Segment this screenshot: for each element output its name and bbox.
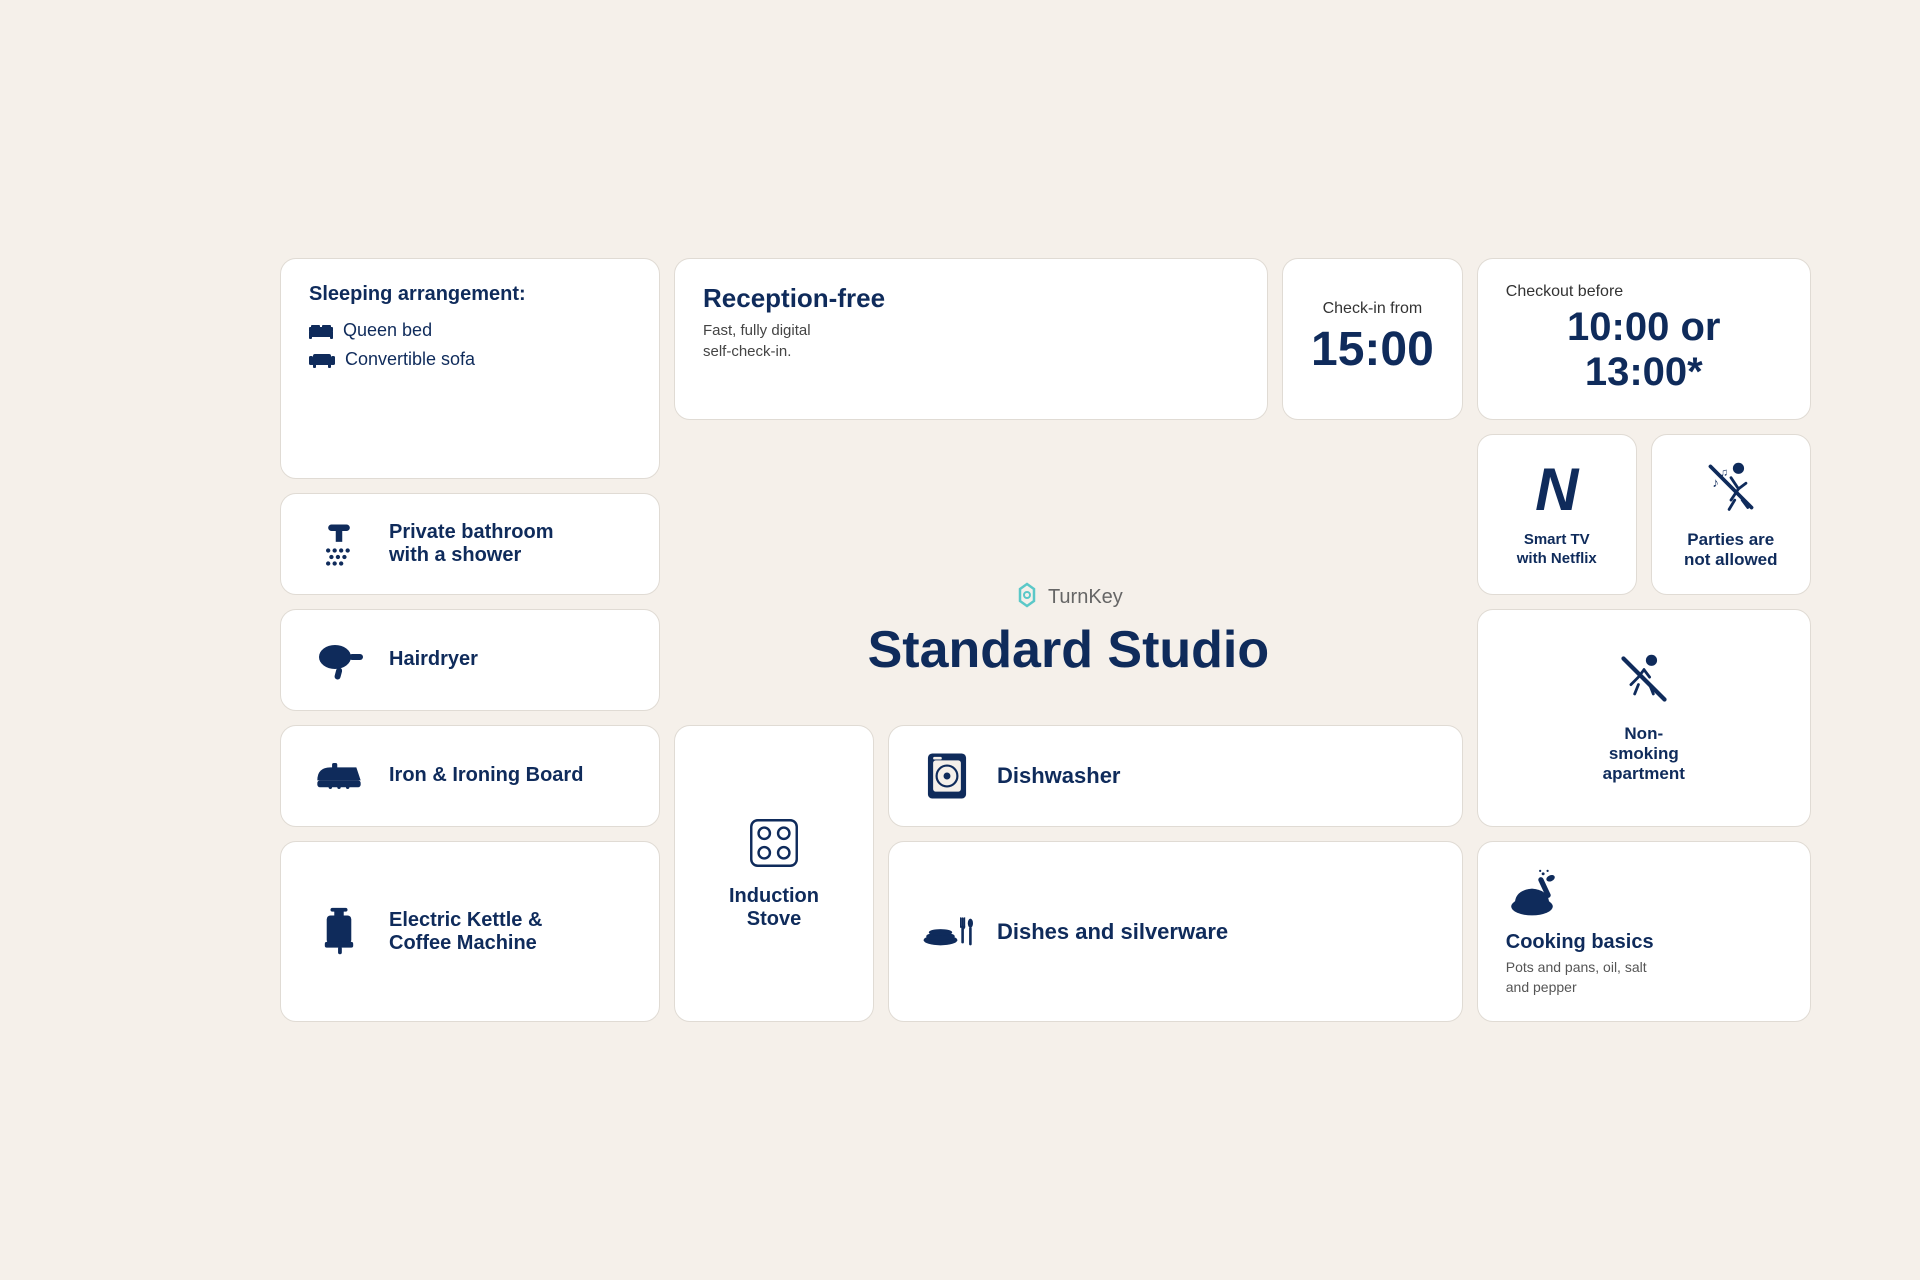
bathroom-card: Private bathroomwith a shower bbox=[280, 493, 660, 595]
checkout-label: Checkout before bbox=[1506, 283, 1623, 301]
checkout-card: Checkout before 10:00 or 13:00* bbox=[1477, 258, 1811, 420]
reception-title: Reception-free bbox=[703, 283, 1239, 314]
cooking-sublabel: Pots and pans, oil, saltand pepper bbox=[1506, 958, 1782, 997]
dishwasher-label: Dishwasher bbox=[997, 763, 1121, 789]
dishwasher-icon-area bbox=[917, 750, 977, 802]
dishwasher-card: Dishwasher bbox=[888, 725, 1463, 827]
cooking-card: Cooking basics Pots and pans, oil, salta… bbox=[1477, 841, 1811, 1022]
netflix-n-logo: N bbox=[1535, 460, 1578, 520]
sleeping-arrangement-card: Sleeping arrangement: Queen bed Conve bbox=[280, 258, 660, 479]
dishes-card: Dishes and silverware bbox=[888, 841, 1463, 1022]
sleeping-item-sofa: Convertible sofa bbox=[309, 349, 631, 370]
no-parties-icon: ♪ ♫ bbox=[1703, 459, 1759, 515]
hairdryer-label: Hairdryer bbox=[389, 648, 478, 671]
dishwasher-icon bbox=[921, 750, 973, 802]
iron-card: Iron & Ironing Board bbox=[280, 725, 660, 827]
dishes-icon-area bbox=[917, 906, 977, 958]
nosmoking-label: Non-smokingapartment bbox=[1603, 724, 1685, 784]
sleeping-title: Sleeping arrangement: bbox=[309, 283, 631, 306]
shower-icon bbox=[313, 518, 365, 570]
cooking-icon bbox=[1506, 866, 1558, 918]
netflix-label: Smart TVwith Netflix bbox=[1517, 530, 1597, 569]
iron-icon-area bbox=[309, 750, 369, 802]
hairdryer-card: Hairdryer bbox=[280, 609, 660, 711]
checkout-time: 10:00 or 13:00* bbox=[1506, 305, 1782, 395]
kettle-icon bbox=[313, 906, 365, 958]
bathroom-label: Private bathroomwith a shower bbox=[389, 521, 553, 567]
kettle-label: Electric Kettle &Coffee Machine bbox=[389, 909, 542, 955]
brand-name: Standard Studio bbox=[868, 622, 1270, 679]
iron-label: Iron & Ironing Board bbox=[389, 764, 583, 787]
bed-icon bbox=[309, 321, 333, 339]
reception-card: Reception-free Fast, fully digitalself-c… bbox=[674, 258, 1268, 420]
kettle-icon-area bbox=[309, 906, 369, 958]
parties-card: ♪ ♫ Parties are not allowed bbox=[1651, 434, 1811, 595]
brand-logo-text: TurnKey bbox=[1048, 586, 1123, 609]
sleeping-item-bed: Queen bed bbox=[309, 320, 631, 341]
hairdryer-icon-area bbox=[309, 634, 369, 686]
nosmoking-card: Non-smokingapartment bbox=[1477, 609, 1811, 827]
dishes-icon bbox=[921, 906, 973, 958]
checkin-time: 15:00 bbox=[1311, 322, 1434, 377]
iron-icon bbox=[313, 750, 365, 802]
main-grid: Sleeping arrangement: Queen bed Conve bbox=[280, 258, 1640, 1022]
checkin-label: Check-in from bbox=[1323, 300, 1423, 318]
netflix-card: N Smart TVwith Netflix bbox=[1477, 434, 1637, 595]
svg-text:♫: ♫ bbox=[1720, 467, 1728, 479]
kettle-card: Electric Kettle &Coffee Machine bbox=[280, 841, 660, 1022]
no-smoking-icon bbox=[1614, 651, 1674, 707]
turnkey-logo-icon bbox=[1014, 582, 1040, 614]
reception-subtitle: Fast, fully digitalself-check-in. bbox=[703, 320, 1239, 362]
bathroom-icon-area bbox=[309, 518, 369, 570]
dishes-label: Dishes and silverware bbox=[997, 919, 1228, 945]
induction-card: Induction Stove bbox=[674, 725, 874, 1022]
bed-label: Queen bed bbox=[343, 320, 432, 341]
induction-icon bbox=[748, 817, 800, 869]
parties-label: Parties are not allowed bbox=[1680, 530, 1782, 570]
hairdryer-icon bbox=[313, 634, 365, 686]
induction-label: Induction Stove bbox=[703, 885, 845, 931]
svg-text:♪: ♪ bbox=[1712, 475, 1719, 490]
sofa-icon bbox=[309, 350, 335, 368]
sofa-label: Convertible sofa bbox=[345, 349, 475, 370]
checkin-card: Check-in from 15:00 bbox=[1282, 258, 1463, 420]
cooking-label: Cooking basics bbox=[1506, 931, 1782, 954]
brand-logo: TurnKey bbox=[1014, 582, 1123, 614]
